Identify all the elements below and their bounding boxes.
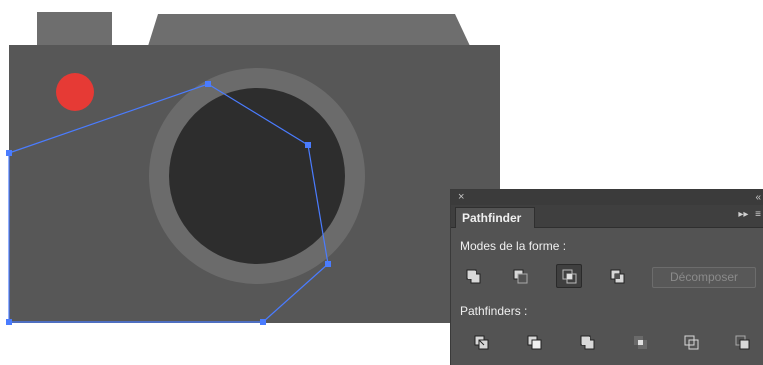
panel-controls: ▸▸ ≡ xyxy=(734,209,761,220)
minus-back-icon xyxy=(735,335,750,350)
unite-button[interactable] xyxy=(461,265,487,289)
crop-button[interactable] xyxy=(628,331,654,355)
panel-expand-icon[interactable]: ▸▸ xyxy=(738,209,748,220)
merge-icon xyxy=(580,335,595,350)
merge-button[interactable] xyxy=(575,331,601,355)
trim-button[interactable] xyxy=(522,331,548,355)
minus-front-icon xyxy=(513,269,528,284)
outline-button[interactable] xyxy=(679,331,705,355)
minus-back-button[interactable] xyxy=(730,331,756,355)
shape-modes-label: Modes de la forme : xyxy=(460,239,567,253)
tab-pathfinder[interactable]: Pathfinder xyxy=(455,207,535,228)
camera-top-plate[interactable] xyxy=(148,14,470,46)
outline-icon xyxy=(684,335,699,350)
intersect-button[interactable] xyxy=(556,264,582,288)
pathfinders-label: Pathfinders : xyxy=(460,304,528,318)
unite-icon xyxy=(466,269,481,284)
red-indicator-dot[interactable] xyxy=(56,73,94,111)
panel-tab-row: Pathfinder xyxy=(451,205,763,228)
trim-icon xyxy=(527,335,542,350)
exclude-button[interactable] xyxy=(605,265,631,289)
exclude-icon xyxy=(610,269,625,284)
panel-menu-icon[interactable]: ≡ xyxy=(755,209,761,220)
pathfinder-panel: × « Pathfinder ▸▸ ≡ Modes de la forme : xyxy=(450,189,763,365)
collapse-icon[interactable]: « xyxy=(755,191,761,204)
intersect-icon xyxy=(562,269,577,284)
camera-viewfinder-block[interactable] xyxy=(37,12,112,46)
panel-title-bar[interactable]: × « xyxy=(451,190,763,205)
minus-front-button[interactable] xyxy=(508,265,534,289)
close-icon[interactable]: × xyxy=(458,191,464,204)
crop-icon xyxy=(634,336,647,349)
divide-icon xyxy=(474,335,489,350)
divide-button[interactable] xyxy=(469,331,495,355)
expand-button[interactable]: Décomposer xyxy=(652,267,756,288)
